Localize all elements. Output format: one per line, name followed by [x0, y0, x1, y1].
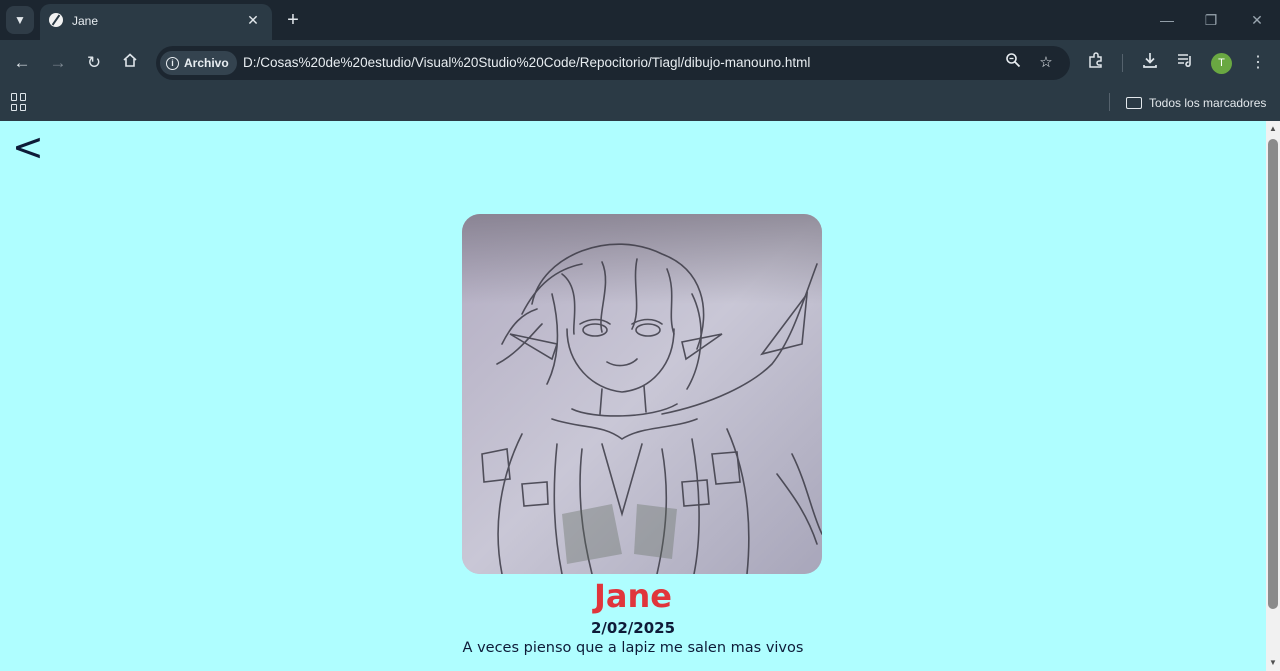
tab-strip: ▼ Jane ✕ + — ❐ ✕ [0, 0, 1280, 40]
bookmark-star-icon[interactable]: ☆ [1035, 52, 1057, 74]
site-info-label: Archivo [184, 56, 229, 70]
file-favicon-icon [49, 13, 63, 27]
zoom-icon[interactable] [1002, 52, 1024, 74]
new-tab-button[interactable]: + [282, 9, 304, 31]
info-icon: i [166, 56, 179, 70]
tab-title: Jane [72, 14, 99, 28]
page-viewport: < Jane 2/02/2025 A veces pienso que a la… [0, 121, 1266, 671]
bookmarks-divider [1109, 93, 1110, 111]
forward-arrow-icon[interactable]: → [46, 51, 70, 75]
browser-chrome: ▼ Jane ✕ + — ❐ ✕ ← → ↻ i Archivo D:/Cosa… [0, 0, 1280, 121]
drawing-date: 2/02/2025 [590, 619, 676, 637]
folder-icon [1126, 97, 1142, 109]
extensions-icon[interactable] [1084, 51, 1108, 75]
back-arrow-icon[interactable]: ← [10, 51, 34, 75]
drawing-image [462, 214, 822, 574]
tab-active[interactable]: Jane ✕ [40, 4, 272, 40]
tab-search-button[interactable]: ▼ [6, 6, 34, 34]
drawing-title: Jane [594, 577, 672, 615]
address-bar[interactable]: i Archivo D:/Cosas%20de%20estudio/Visual… [156, 46, 1070, 80]
all-bookmarks-button[interactable]: Todos los marcadores [1126, 92, 1266, 114]
reload-icon[interactable]: ↻ [82, 51, 106, 75]
toolbar: ← → ↻ i Archivo D:/Cosas%20de%20estudio/… [0, 40, 1280, 86]
restore-icon[interactable]: ❐ [1199, 8, 1223, 32]
scroll-up-icon[interactable]: ▲ [1268, 124, 1278, 134]
toolbar-divider [1122, 54, 1123, 72]
vertical-scrollbar[interactable]: ▲ ▼ [1266, 121, 1280, 671]
all-bookmarks-label: Todos los marcadores [1149, 96, 1267, 110]
url-text[interactable]: D:/Cosas%20de%20estudio/Visual%20Studio%… [243, 55, 810, 70]
pencil-sketch-illustration [462, 214, 822, 574]
download-icon[interactable] [1138, 51, 1162, 75]
profile-avatar[interactable]: T [1211, 53, 1232, 74]
home-icon[interactable] [118, 51, 142, 75]
scroll-down-icon[interactable]: ▼ [1268, 658, 1278, 668]
drawing-description: A veces pienso que a lapiz me salen mas … [462, 640, 804, 656]
back-link[interactable]: < [12, 127, 44, 167]
chevron-down-icon: ▼ [14, 13, 26, 27]
close-icon[interactable]: ✕ [244, 11, 262, 29]
kebab-menu-icon[interactable]: ⋮ [1246, 51, 1270, 75]
apps-grid-icon[interactable] [11, 93, 29, 111]
window-close-icon[interactable]: ✕ [1245, 8, 1269, 32]
minimize-icon[interactable]: — [1155, 8, 1179, 32]
site-info-chip[interactable]: i Archivo [160, 51, 237, 75]
scroll-thumb[interactable] [1268, 139, 1278, 609]
media-playlist-icon[interactable] [1173, 51, 1197, 75]
bookmarks-bar: Todos los marcadores [0, 86, 1280, 121]
